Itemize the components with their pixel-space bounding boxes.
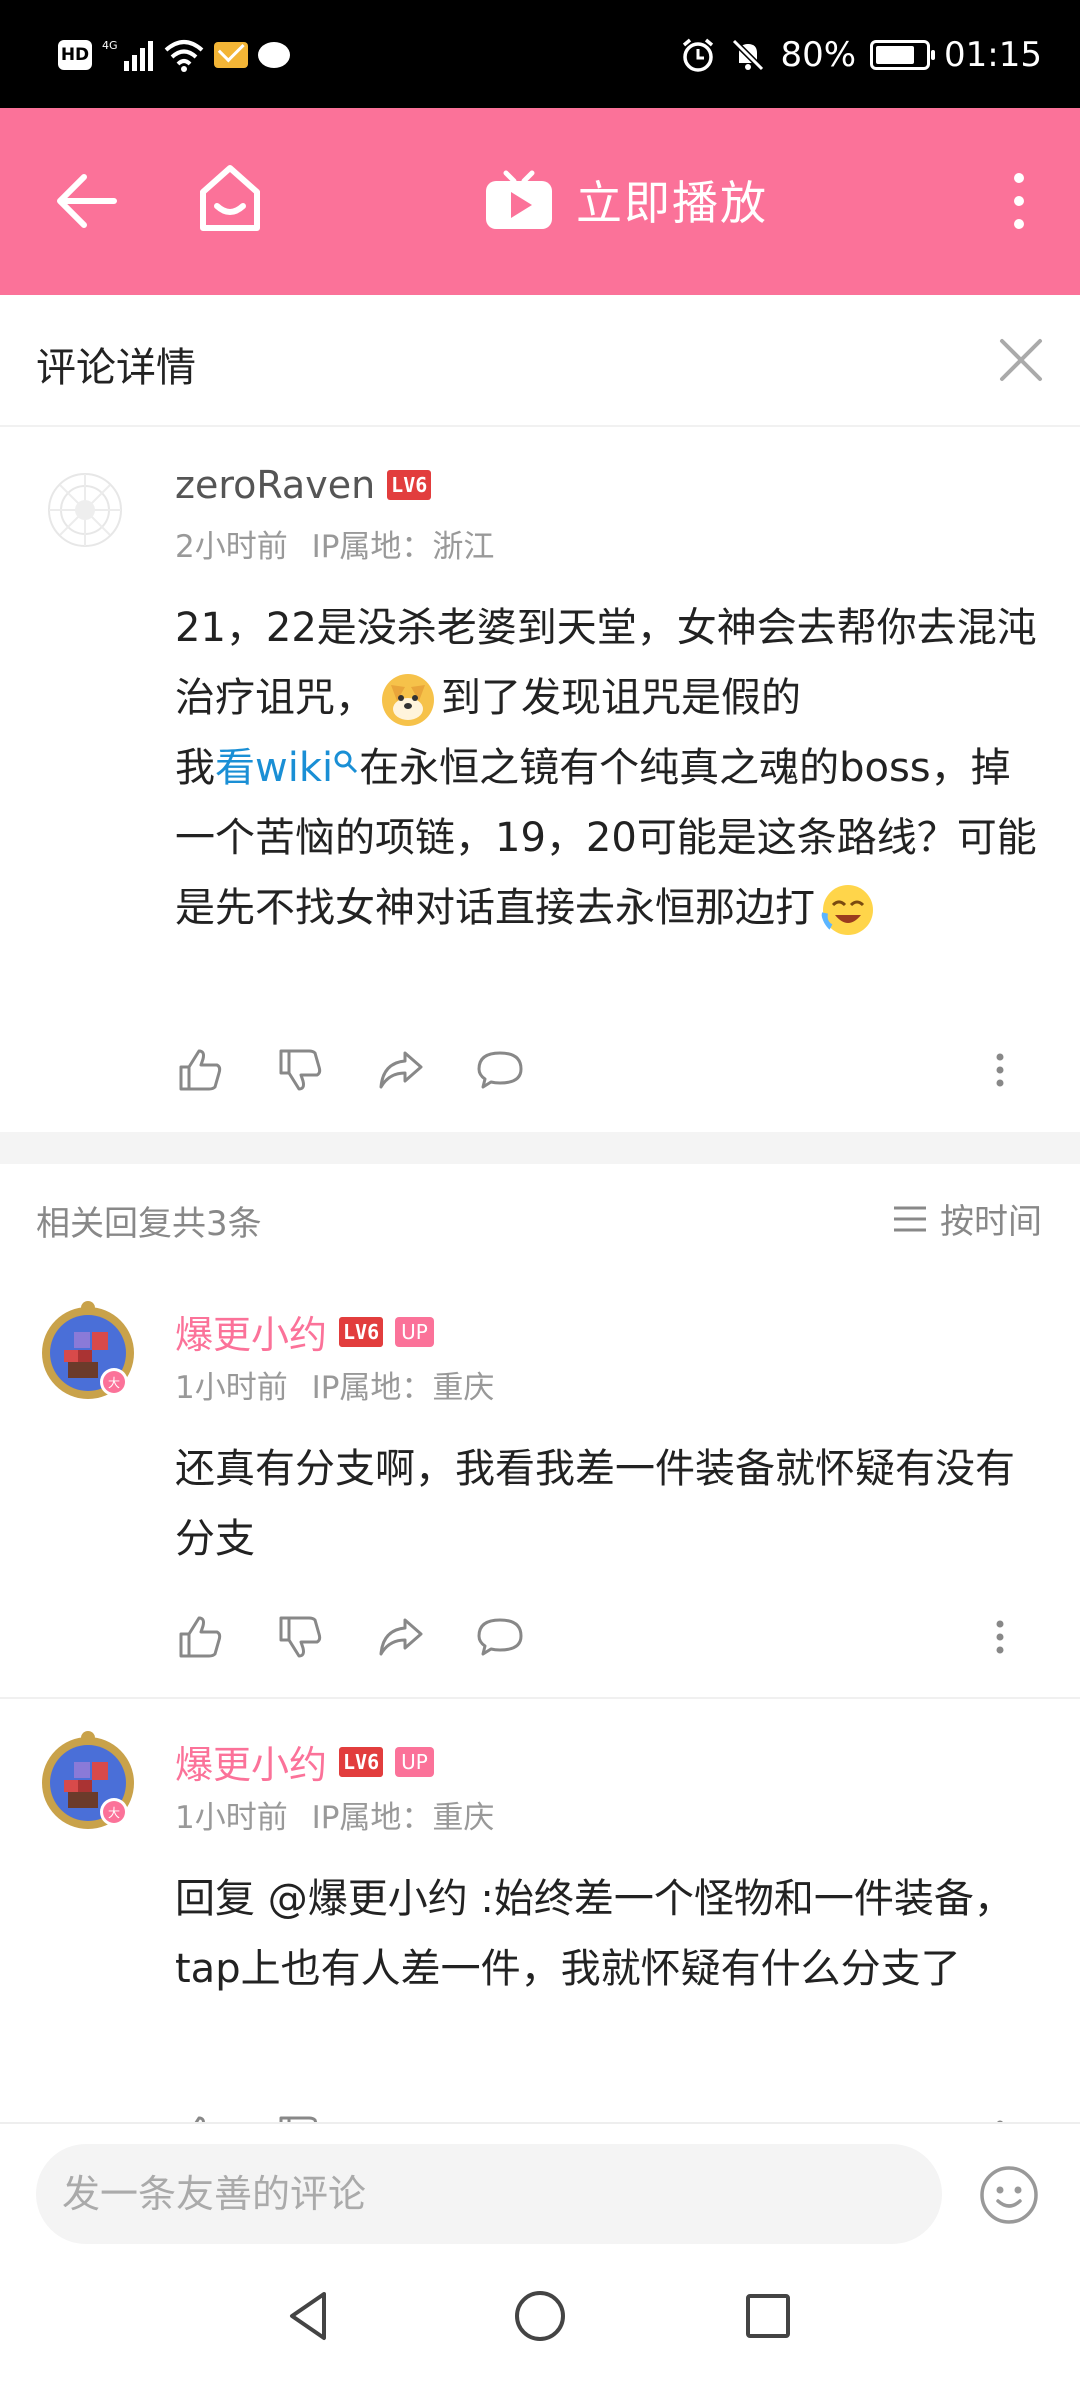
comment-actions bbox=[175, 682, 1035, 738]
dislike-icon[interactable] bbox=[275, 2112, 325, 2122]
sort-label: 按时间 bbox=[940, 1202, 1042, 1242]
home-icon[interactable] bbox=[195, 160, 265, 236]
like-icon[interactable] bbox=[175, 1045, 225, 1095]
username-row: 爆更小约 LV6 UP bbox=[175, 1304, 434, 1359]
ip-location: IP属地：浙江 bbox=[311, 529, 495, 565]
avatar[interactable]: 大 bbox=[38, 1728, 138, 1838]
level-badge: LV6 bbox=[387, 470, 432, 500]
username[interactable]: zeroRaven bbox=[175, 463, 375, 507]
emoji-picker-icon[interactable] bbox=[978, 2164, 1040, 2226]
mute-bell-icon bbox=[732, 38, 765, 72]
up-badge: UP bbox=[395, 1746, 434, 1777]
dislike-icon[interactable] bbox=[275, 1045, 325, 1095]
main-comment-actions bbox=[175, 1045, 1035, 1101]
section-title: 评论详情 bbox=[36, 345, 196, 391]
comment-detail-header: 评论详情 bbox=[0, 295, 1080, 427]
comment-text-part: 我 bbox=[175, 745, 215, 791]
reply-count: 相关回复共3条 bbox=[36, 1204, 262, 1244]
more-options-icon[interactable] bbox=[1004, 166, 1034, 236]
level-badge: LV6 bbox=[339, 1746, 384, 1777]
more-icon[interactable] bbox=[985, 2112, 1015, 2122]
dislike-icon[interactable] bbox=[275, 1612, 325, 1662]
like-icon[interactable] bbox=[175, 2112, 225, 2122]
avatar[interactable] bbox=[38, 463, 132, 557]
network-type-label: 4G bbox=[102, 39, 118, 52]
reply-item: 大 爆更小约 LV6 UP 1小时前 IP属地：重庆 回复 @爆更小约 :始终差… bbox=[0, 1704, 1080, 2122]
system-nav-bar bbox=[0, 2258, 1080, 2388]
hd-icon: HD bbox=[58, 40, 92, 70]
avatar[interactable]: 大 bbox=[38, 1298, 138, 1408]
comment-text: 还真有分支啊，我看我差一件装备就怀疑有没有分支 bbox=[175, 1446, 1015, 1562]
nav-recents-icon[interactable] bbox=[738, 2286, 798, 2346]
status-bar: HD 4G 80% 01:15 bbox=[0, 0, 1080, 108]
nav-home-icon[interactable] bbox=[510, 2286, 570, 2346]
reply-icon[interactable] bbox=[475, 1612, 525, 1662]
reply-actions bbox=[175, 2112, 1035, 2122]
app-bar: 立即播放 bbox=[0, 108, 1080, 295]
comment-text: 回复 @爆更小约 :始终差一个怪物和一件装备，tap上也有人差一件，我就怀疑有什… bbox=[175, 1864, 1045, 2004]
like-icon[interactable] bbox=[175, 1612, 225, 1662]
app-bar-title: 立即播放 bbox=[576, 176, 768, 230]
up-badge: UP bbox=[395, 1316, 434, 1347]
main-comment: zeroRaven LV6 2小时前 IP属地：浙江 21，22是没杀老婆到天堂… bbox=[0, 427, 1080, 1132]
more-icon[interactable] bbox=[985, 1612, 1015, 1662]
comment-meta: 1小时前 IP属地：重庆 bbox=[175, 1362, 494, 1407]
play-now-button[interactable]: 立即播放 bbox=[484, 160, 768, 240]
comment-time: 1小时前 bbox=[175, 1800, 288, 1836]
username-row: 爆更小约 LV6 UP bbox=[175, 1734, 434, 1789]
reply-separator bbox=[0, 1697, 1080, 1699]
alarm-icon bbox=[683, 38, 714, 72]
chat-bubble-icon bbox=[258, 42, 290, 68]
reply-actions bbox=[175, 1612, 1035, 1668]
nav-back-icon[interactable] bbox=[280, 2286, 340, 2346]
svg-text:大: 大 bbox=[108, 1376, 120, 1390]
comment-meta: 2小时前 IP属地：浙江 bbox=[175, 521, 494, 566]
mention[interactable]: @爆更小约 bbox=[268, 1876, 468, 1922]
more-icon[interactable] bbox=[985, 1045, 1015, 1095]
back-arrow-icon[interactable] bbox=[52, 166, 122, 236]
sort-list-icon bbox=[894, 1206, 926, 1231]
username[interactable]: 爆更小约 bbox=[175, 1304, 327, 1359]
tv-play-icon bbox=[486, 170, 552, 229]
share-icon[interactable] bbox=[375, 1612, 425, 1662]
username-row: zeroRaven LV6 bbox=[175, 463, 432, 507]
search-icon[interactable] bbox=[333, 749, 359, 775]
comment-input[interactable]: 发一条友善的评论 bbox=[36, 2144, 942, 2244]
signal-4g-icon: 4G bbox=[102, 39, 153, 71]
status-left-icons: HD 4G bbox=[58, 34, 290, 76]
battery-icon bbox=[870, 40, 936, 70]
svg-text:大: 大 bbox=[108, 1806, 120, 1820]
share-icon[interactable] bbox=[375, 1045, 425, 1095]
ip-location: IP属地：重庆 bbox=[311, 1370, 495, 1406]
section-divider bbox=[0, 1132, 1080, 1164]
comment-input-bar: 发一条友善的评论 bbox=[0, 2122, 1080, 2258]
reply-icon[interactable] bbox=[475, 1045, 525, 1095]
comment-meta: 1小时前 IP属地：重庆 bbox=[175, 1792, 494, 1837]
level-badge: LV6 bbox=[339, 1316, 384, 1347]
comment-text: 21，22是没杀老婆到天堂，女神会去帮你去混沌治疗诅咒， 到了发现诅咒是假的 我看… bbox=[175, 593, 1045, 943]
clock: 01:15 bbox=[944, 35, 1042, 75]
ip-location: IP属地：重庆 bbox=[311, 1800, 495, 1836]
crying-laugh-emoji-icon bbox=[821, 885, 873, 935]
comment-time: 1小时前 bbox=[175, 1370, 288, 1406]
status-right: 80% 01:15 bbox=[680, 30, 1042, 80]
mail-icon bbox=[214, 42, 248, 68]
close-icon[interactable] bbox=[996, 335, 1046, 385]
wifi-icon bbox=[164, 40, 204, 72]
replies-header: 相关回复共3条 按时间 bbox=[0, 1164, 1080, 1274]
username[interactable]: 爆更小约 bbox=[175, 1734, 327, 1789]
wiki-link[interactable]: 看wiki bbox=[215, 745, 333, 791]
comment-time: 2小时前 bbox=[175, 529, 288, 565]
reply-prefix: 回复 bbox=[175, 1876, 268, 1922]
sort-button[interactable]: 按时间 bbox=[892, 1194, 1042, 1243]
battery-percent: 80% bbox=[780, 35, 857, 75]
